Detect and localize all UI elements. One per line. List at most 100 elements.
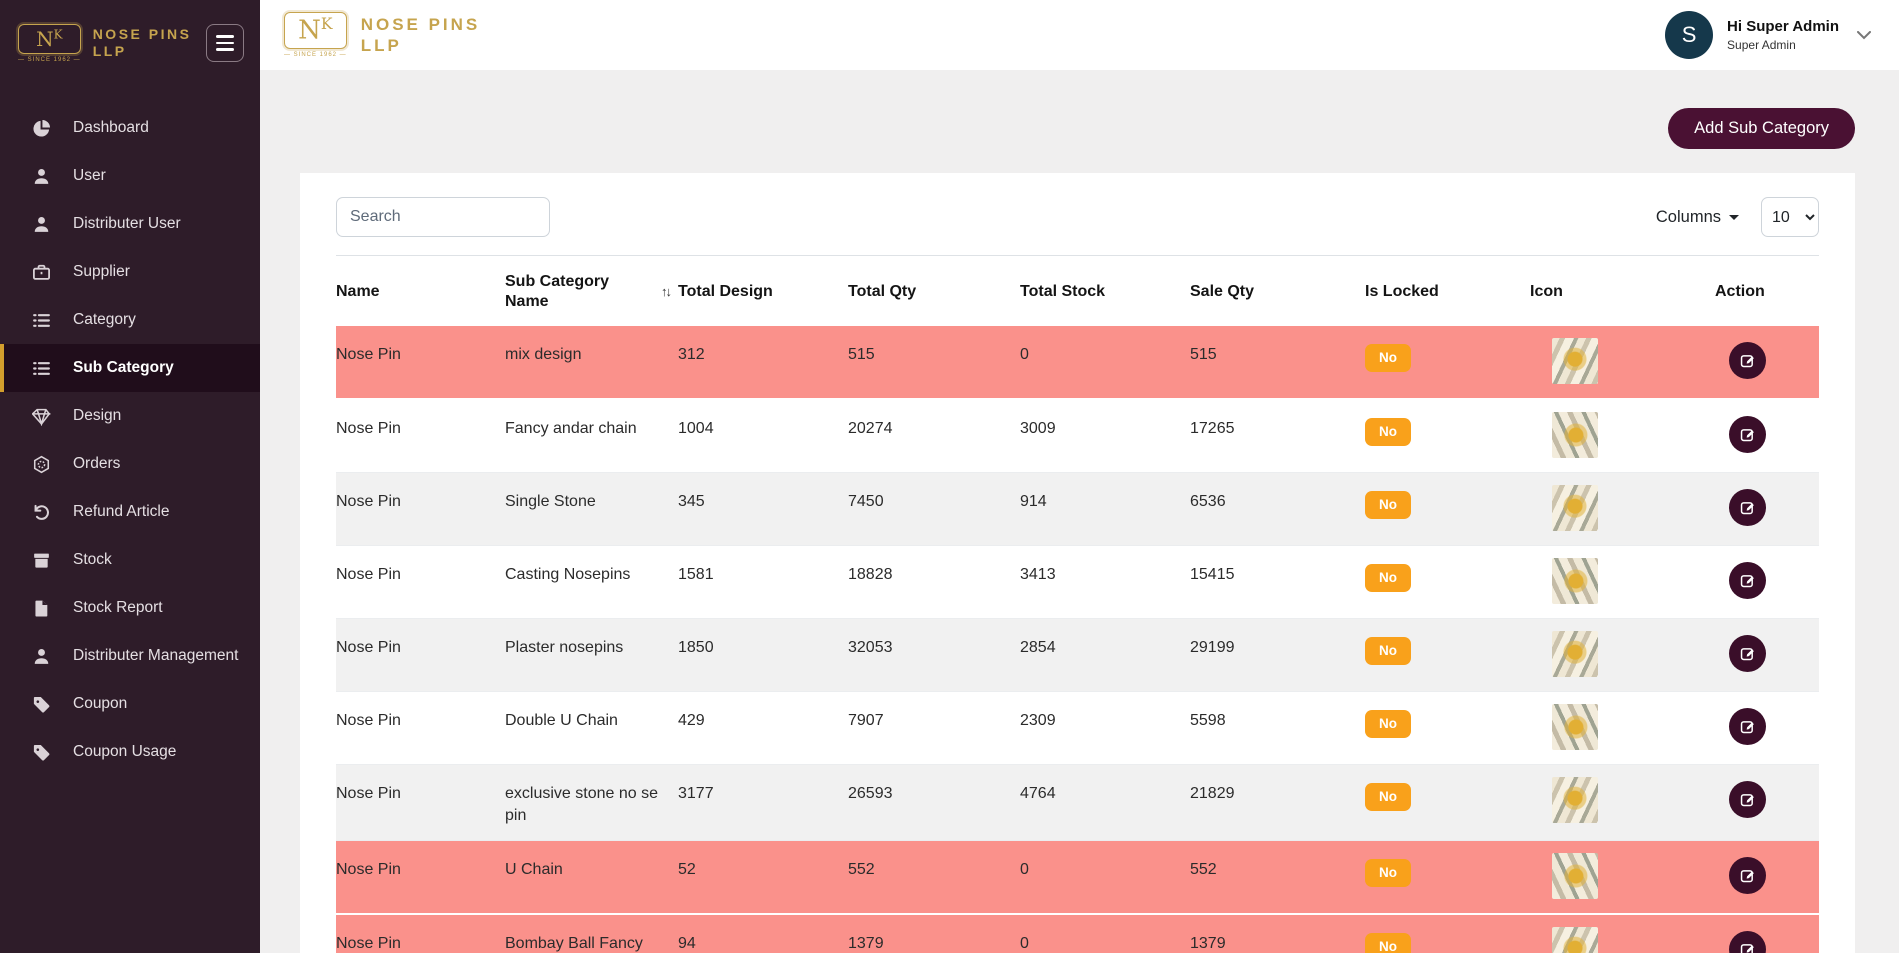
cell-total-design: 1581	[678, 546, 848, 619]
cell-action	[1715, 765, 1819, 841]
cell-total-qty: 515	[848, 326, 1020, 399]
product-thumbnail	[1552, 412, 1598, 458]
sidebar-toggle-button[interactable]	[206, 24, 244, 62]
sidebar-item-category[interactable]: Category	[0, 296, 260, 344]
sidebar-item-refund-article[interactable]: Refund Article	[0, 488, 260, 536]
sort-icon[interactable]: ↑↓	[661, 284, 670, 300]
is-locked-badge: No	[1365, 783, 1411, 811]
column-header-sub-category-name[interactable]: Sub Category Name↑↓	[505, 256, 678, 327]
cell-action	[1715, 326, 1819, 399]
cell-name: Nose Pin	[336, 399, 505, 473]
cell-action	[1715, 399, 1819, 473]
sidebar-item-distributer-management[interactable]: Distributer Management	[0, 632, 260, 680]
sidebar-item-stock[interactable]: Stock	[0, 536, 260, 584]
sidebar: NK — SINCE 1962 — NOSE PINS LLP Dashboar…	[0, 0, 260, 953]
column-header-name: Name	[336, 256, 505, 327]
cell-total-design: 1850	[678, 619, 848, 692]
sidebar-item-supplier[interactable]: Supplier	[0, 248, 260, 296]
edit-icon	[1739, 645, 1756, 662]
edit-button[interactable]	[1729, 635, 1766, 672]
user-icon	[32, 167, 51, 186]
cell-icon	[1530, 473, 1715, 546]
cell-total-qty: 7450	[848, 473, 1020, 546]
cell-total-stock: 2309	[1020, 692, 1190, 765]
cell-is-locked: No	[1365, 399, 1530, 473]
is-locked-badge: No	[1365, 710, 1411, 738]
pie-chart-icon	[32, 119, 51, 138]
cell-sale-qty: 17265	[1190, 399, 1365, 473]
column-header-label: Total Design	[678, 282, 773, 302]
edit-button[interactable]	[1729, 489, 1766, 526]
cell-sub-category: exclusive stone no se pin	[505, 765, 678, 841]
cell-total-stock: 2854	[1020, 619, 1190, 692]
sidebar-item-stock-report[interactable]: Stock Report	[0, 584, 260, 632]
cell-name: Nose Pin	[336, 692, 505, 765]
table-row: Nose PinPlaster nosepins1850320532854291…	[336, 619, 1819, 692]
edit-button[interactable]	[1729, 857, 1766, 894]
sidebar-item-design[interactable]: Design	[0, 392, 260, 440]
sidebar-item-label: User	[73, 167, 106, 185]
sidebar-item-label: Dashboard	[73, 119, 149, 137]
edit-icon	[1739, 499, 1756, 516]
cell-sub-category: Casting Nosepins	[505, 546, 678, 619]
edit-button[interactable]	[1729, 781, 1766, 818]
cell-sale-qty: 552	[1190, 841, 1365, 915]
sidebar-item-label: Supplier	[73, 263, 130, 281]
add-sub-category-button[interactable]: Add Sub Category	[1668, 108, 1855, 149]
cell-is-locked: No	[1365, 841, 1530, 915]
sidebar-item-label: Sub Category	[73, 359, 174, 377]
cell-action	[1715, 692, 1819, 765]
cell-sale-qty: 29199	[1190, 619, 1365, 692]
cell-total-stock: 0	[1020, 326, 1190, 399]
sidebar-item-dashboard[interactable]: Dashboard	[0, 104, 260, 152]
cell-sale-qty: 515	[1190, 326, 1365, 399]
column-header-label: Icon	[1530, 282, 1563, 302]
sidebar-item-label: Coupon	[73, 695, 127, 713]
sidebar-item-label: Orders	[73, 455, 120, 473]
search-input[interactable]	[336, 197, 550, 237]
is-locked-badge: No	[1365, 637, 1411, 665]
sidebar-item-coupon-usage[interactable]: Coupon Usage	[0, 728, 260, 776]
column-header-sale-qty: Sale Qty	[1190, 256, 1365, 327]
cell-is-locked: No	[1365, 765, 1530, 841]
edit-button[interactable]	[1729, 342, 1766, 379]
content: Add Sub Category Columns 10	[260, 70, 1899, 953]
product-thumbnail	[1552, 631, 1598, 677]
cell-icon	[1530, 326, 1715, 399]
sidebar-item-label: Design	[73, 407, 121, 425]
cell-total-qty: 20274	[848, 399, 1020, 473]
sidebar-item-coupon[interactable]: Coupon	[0, 680, 260, 728]
cell-sale-qty: 15415	[1190, 546, 1365, 619]
cell-is-locked: No	[1365, 692, 1530, 765]
edit-button[interactable]	[1729, 416, 1766, 453]
edit-button[interactable]	[1729, 562, 1766, 599]
cell-sub-category: Double U Chain	[505, 692, 678, 765]
tag-icon	[32, 743, 51, 762]
column-header-is-locked: Is Locked	[1365, 256, 1530, 327]
cell-total-stock: 0	[1020, 914, 1190, 953]
cell-action	[1715, 473, 1819, 546]
sidebar-item-distributer-user[interactable]: Distributer User	[0, 200, 260, 248]
undo-icon	[32, 503, 51, 522]
table-row: Nose Pinexclusive stone no se pin3177265…	[336, 765, 1819, 841]
cell-total-design: 3177	[678, 765, 848, 841]
columns-dropdown[interactable]: Columns	[1656, 208, 1739, 227]
cell-sale-qty: 1379	[1190, 914, 1365, 953]
list-icon	[32, 359, 51, 378]
caret-down-icon	[1729, 215, 1739, 220]
cell-total-stock: 914	[1020, 473, 1190, 546]
header-brand-line1: NOSE PINS	[361, 14, 481, 35]
sidebar-item-user[interactable]: User	[0, 152, 260, 200]
brand-name-line2: LLP	[93, 43, 206, 61]
edit-button[interactable]	[1729, 931, 1766, 953]
user-menu[interactable]: S Hi Super Admin Super Admin	[1665, 11, 1871, 59]
sidebar-item-orders[interactable]: Orders	[0, 440, 260, 488]
page-size-select[interactable]: 10	[1761, 197, 1819, 237]
cell-total-qty: 18828	[848, 546, 1020, 619]
cell-action	[1715, 546, 1819, 619]
edit-button[interactable]	[1729, 708, 1766, 745]
edit-icon	[1739, 352, 1756, 369]
sidebar-item-sub-category[interactable]: Sub Category	[0, 344, 260, 392]
cell-total-design: 94	[678, 914, 848, 953]
cell-total-stock: 4764	[1020, 765, 1190, 841]
